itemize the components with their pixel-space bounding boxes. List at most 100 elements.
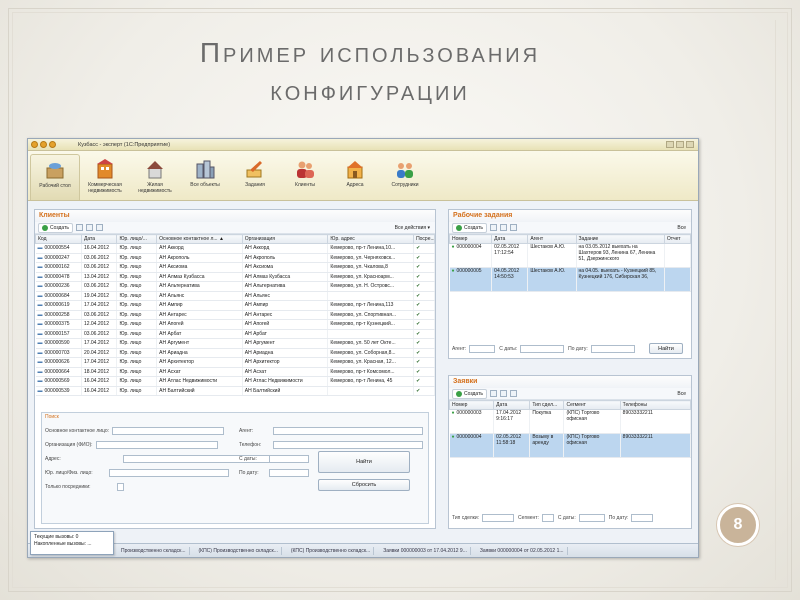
table-row[interactable]: ▬ 000000554 16.04.2012 Юр. лицо АН Аккорд АН … <box>35 243 435 254</box>
reset-button[interactable]: Сбросить <box>318 479 410 491</box>
tasks-find-button[interactable]: Найти <box>649 343 683 354</box>
column-header[interactable]: Юр. адрес <box>327 234 415 244</box>
table-row[interactable]: ▬ 000000664 18.04.2012 Юр. лицо АН Асхат АН А… <box>35 367 435 377</box>
table-row[interactable]: ▬ 000000236 03.06.2012 Юр. лицо АН Альтернат… <box>35 281 435 292</box>
close-icon[interactable] <box>686 141 694 148</box>
segment-input[interactable] <box>541 514 554 522</box>
column-header[interactable]: Телефоны <box>619 400 692 410</box>
requests-to-date-input[interactable] <box>631 514 654 522</box>
column-header[interactable]: Основное контактное л... ▲ <box>156 234 243 244</box>
table-row[interactable]: ● 000000004 02.05.2012 17:12:54 Шестаков А.… <box>449 243 692 268</box>
table-row[interactable]: ▬ 000000375 12.04.2012 Юр. лицо АН Апогей АН … <box>35 319 435 330</box>
table-row[interactable]: ▬ 000000626 17.04.2012 Юр. лицо АН Архитекто… <box>35 357 435 368</box>
section-addresses[interactable]: Адреса <box>330 154 380 200</box>
find-button[interactable]: Найти <box>318 451 410 473</box>
row-icon: ▬ <box>37 330 43 337</box>
copy-icon[interactable] <box>490 390 498 397</box>
column-header[interactable]: Отчет <box>663 234 692 244</box>
tasks-from-date-input[interactable] <box>520 345 565 353</box>
table-row[interactable]: ▬ 000000684 19.04.2012 Юр. лицо АН Альянс АН … <box>35 291 435 301</box>
column-header[interactable]: Номер <box>448 234 493 244</box>
section-desktop[interactable]: Рабочий стол <box>30 154 80 200</box>
requests-create-button[interactable]: Создать <box>452 388 488 399</box>
delete-icon[interactable] <box>510 390 518 397</box>
from-date-input[interactable] <box>268 455 309 463</box>
table-row[interactable]: ▬ 000000569 16.04.2012 Юр. лицо АН Атлас Нед… <box>35 376 435 387</box>
cell-value: 20.04.2012 <box>83 349 109 356</box>
edit-icon[interactable] <box>500 390 508 397</box>
column-header[interactable]: Посре... <box>413 234 435 244</box>
cell-value: 000000162 <box>44 264 70 271</box>
table-row[interactable]: ▬ 000000258 03.06.2012 Юр. лицо АН Антарес АН… <box>35 310 435 320</box>
table-row[interactable]: ▬ 000000478 13.04.2012 Юр. лицо АН Алмаз Куз… <box>35 272 435 282</box>
agent-input[interactable] <box>273 427 424 435</box>
app-menu-icon[interactable] <box>31 141 38 148</box>
back-icon[interactable] <box>40 141 47 148</box>
table-row[interactable]: ● 000000003 17.04.2012 9:16:17 Покупка (КПС)… <box>449 409 692 434</box>
table-row[interactable]: ▬ 000000590 17.04.2012 Юр. лицо АН Аргумент А… <box>35 338 435 349</box>
clients-all-actions[interactable]: Все действия ▾ <box>395 225 435 231</box>
edit-icon[interactable] <box>500 224 508 231</box>
cell-value: 000000236 <box>44 283 70 290</box>
tasks-all[interactable]: Все <box>677 225 691 231</box>
contact-input[interactable] <box>112 427 225 435</box>
column-header[interactable]: Тип сдел... <box>529 400 565 410</box>
cell-value: АН Ампир <box>244 302 269 309</box>
deal-type-input[interactable] <box>482 514 515 522</box>
taskbar-item[interactable]: Заявки 000000003 от 17.04.2012 9... <box>380 546 471 555</box>
section-all-objects[interactable]: Все объекты <box>180 154 230 200</box>
column-header[interactable]: Юр. лицо/... <box>116 234 158 244</box>
table-row[interactable]: ▬ 000000539 16.04.2012 Юр. лицо АН Балтийски… <box>35 386 435 396</box>
table-row[interactable]: ● 000000004 02.05.2012 11:58:18 Возьму в ар… <box>449 433 692 458</box>
edit-icon[interactable] <box>86 224 94 231</box>
minimize-icon[interactable] <box>666 141 674 148</box>
org-input[interactable] <box>95 441 218 449</box>
column-header[interactable]: Дата <box>80 234 118 244</box>
table-row[interactable]: ▬ 000000703 20.04.2012 Юр. лицо АН Ариадна АН… <box>35 348 435 358</box>
to-date-input[interactable] <box>268 469 309 477</box>
tasks-agent-input[interactable] <box>469 345 496 353</box>
copy-icon[interactable] <box>76 224 84 231</box>
table-cell: 03.06.2012 <box>81 310 118 320</box>
requests-table: Номер Дата Тип сдел... Сегмент Телефоны ● 000… <box>448 400 692 458</box>
column-header[interactable]: Агент <box>527 234 577 244</box>
section-clients[interactable]: Клиенты <box>280 154 330 200</box>
table-cell: 19.04.2012 <box>81 291 118 301</box>
maximize-icon[interactable] <box>676 141 684 148</box>
requests-all[interactable]: Все <box>677 391 691 397</box>
requests-from-date-input[interactable] <box>578 514 605 522</box>
tasks-create-button[interactable]: Создать <box>452 222 488 233</box>
copy-icon[interactable] <box>490 224 498 231</box>
taskbar-item[interactable]: (КПС) Производственно складск... <box>196 546 282 555</box>
taskbar-item[interactable]: Заявки 000000004 от 02.05.2012 1... <box>477 546 568 555</box>
column-header[interactable]: Сегмент <box>563 400 621 410</box>
only-intermediaries-checkbox[interactable] <box>116 483 124 491</box>
table-row[interactable]: ▬ 000000162 03.06.2012 Юр. лицо АН Аксиома АН… <box>35 262 435 273</box>
column-header[interactable]: Код <box>35 234 82 244</box>
table-row[interactable]: ▬ 000000247 03.06.2012 Юр. лицо АН Акрополь А… <box>35 253 435 263</box>
section-commercial[interactable]: Коммерческая недвижимость <box>80 154 130 200</box>
table-row[interactable]: ● 000000005 04.05.2012 14:50:53 Шестаков А.… <box>449 267 692 292</box>
forward-icon[interactable] <box>49 141 56 148</box>
column-header[interactable]: Задание <box>575 234 665 244</box>
section-tasks[interactable]: Задания <box>230 154 280 200</box>
jur-input[interactable] <box>108 469 229 477</box>
section-residential[interactable]: Жилая недвижимость <box>130 154 180 200</box>
column-header[interactable]: Дата <box>491 234 529 244</box>
clients-create-button[interactable]: Создать <box>38 222 74 233</box>
section-employees[interactable]: Сотрудники <box>380 154 430 200</box>
table-row[interactable]: ▬ 000000157 03.06.2012 Юр. лицо АН Арбат АН А… <box>35 329 435 339</box>
delete-icon[interactable] <box>96 224 104 231</box>
phone-input[interactable] <box>273 441 424 449</box>
column-header[interactable]: Дата <box>493 400 531 410</box>
table-cell: ▬ 000000375 <box>35 319 82 330</box>
calls-popup[interactable]: Текущие вызовы: 0 Накопленные вызовы: ..… <box>30 531 114 555</box>
column-header[interactable]: Номер <box>448 400 495 410</box>
delete-icon[interactable] <box>510 224 518 231</box>
table-row[interactable]: ▬ 000000619 17.04.2012 Юр. лицо АН Ампир АН А… <box>35 300 435 311</box>
taskbar-item[interactable]: Производственно складск... <box>118 546 190 555</box>
column-header[interactable]: Организация <box>241 234 329 244</box>
cell-value: Юр. лицо <box>119 321 142 328</box>
taskbar-item[interactable]: (КПС) Производственно складск... <box>288 546 375 555</box>
tasks-to-date-input[interactable] <box>590 345 635 353</box>
